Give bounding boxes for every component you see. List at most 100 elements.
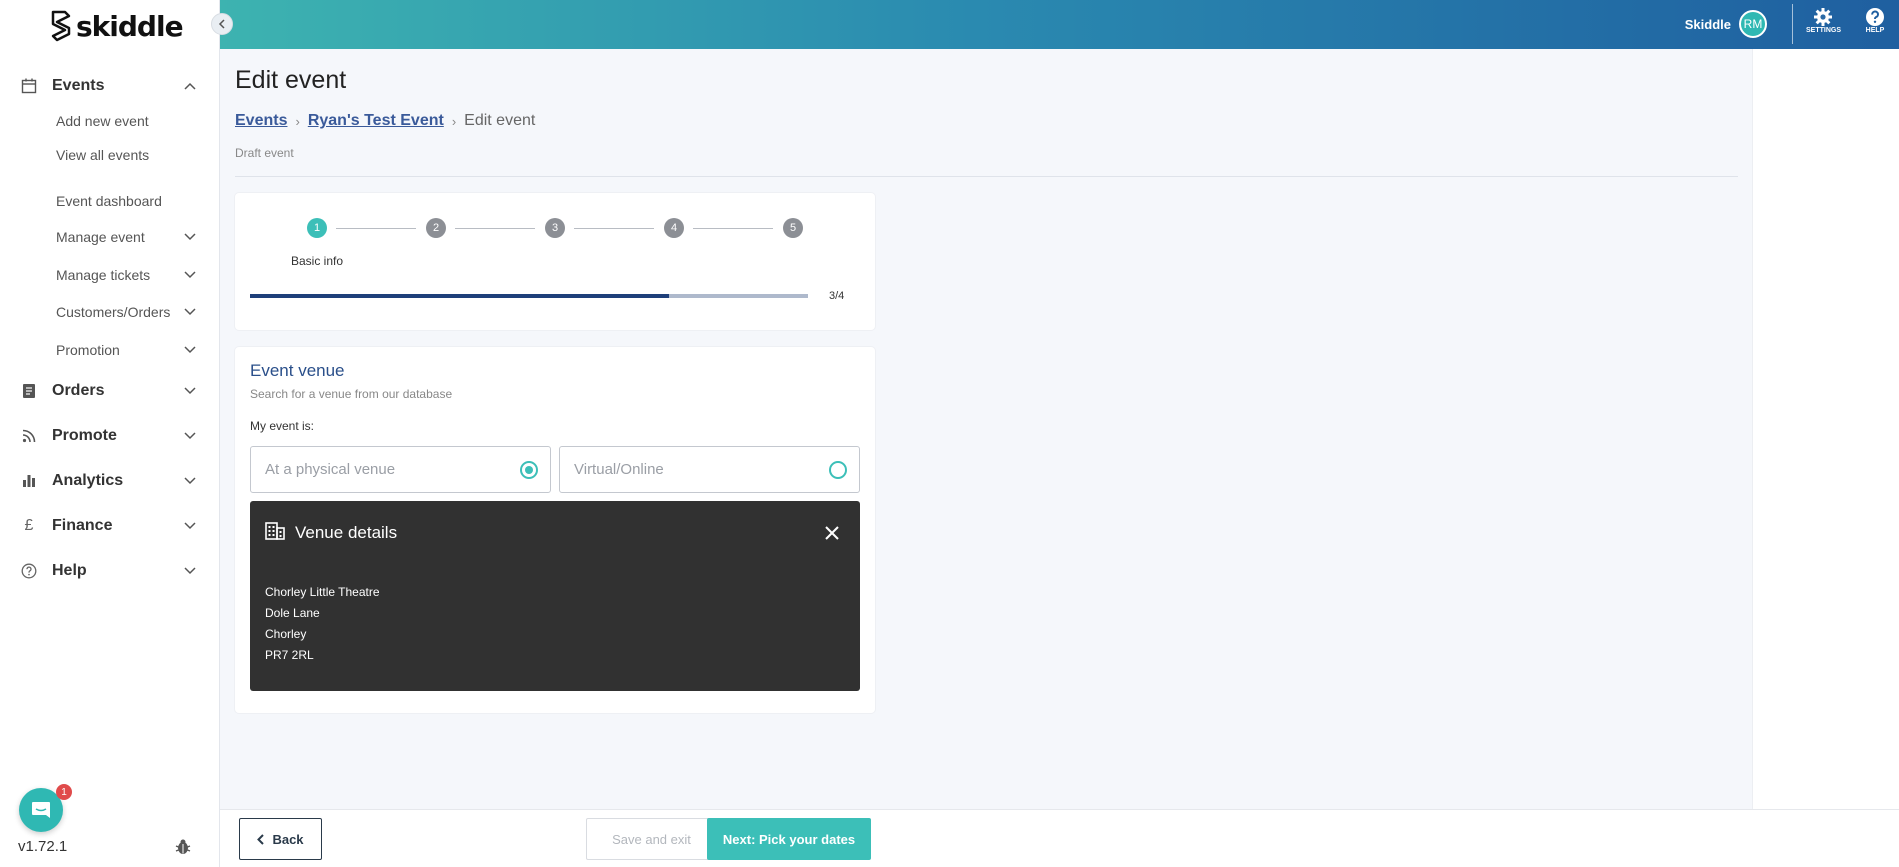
- step-connector: [693, 228, 773, 229]
- sidebar-item-label: Event dashboard: [56, 193, 162, 209]
- breadcrumb-events-link[interactable]: Events: [235, 112, 287, 130]
- physical-venue-option[interactable]: At a physical venue: [250, 446, 551, 493]
- chevron-down-icon: [183, 343, 197, 357]
- physical-venue-label: At a physical venue: [265, 461, 396, 478]
- rss-icon: [20, 427, 38, 445]
- sidebar-item-analytics[interactable]: Analytics: [0, 458, 219, 503]
- avatar: RM: [1739, 10, 1767, 38]
- venue-street: Dole Lane: [265, 606, 320, 620]
- event-type-label: My event is:: [250, 419, 315, 433]
- sidebar-item-help[interactable]: Help: [0, 548, 219, 593]
- venue-section-subtitle: Search for a venue from our database: [250, 387, 453, 401]
- top-bar: Skiddle RM SETTINGS HELP: [220, 0, 1899, 49]
- step-2[interactable]: 2: [426, 218, 446, 238]
- progress-bar: [250, 294, 808, 298]
- sidebar-item-manage-tickets[interactable]: Manage tickets: [0, 256, 219, 293]
- chevron-down-icon: [183, 429, 197, 443]
- venue-section-title: Event venue: [250, 361, 345, 380]
- help-icon: [1866, 8, 1884, 26]
- sidebar-item-add-new-event[interactable]: Add new event: [0, 104, 219, 138]
- back-button[interactable]: Back: [239, 818, 322, 860]
- breadcrumb-separator: ›: [451, 113, 457, 129]
- sidebar-item-orders[interactable]: Orders: [0, 368, 219, 413]
- step-5[interactable]: 5: [783, 218, 803, 238]
- sidebar-item-label: Help: [52, 561, 87, 579]
- venue-name: Chorley Little Theatre: [265, 585, 380, 599]
- sidebar-nav: Events Add new event View all events Eve…: [0, 68, 219, 593]
- virtual-online-label: Virtual/Online: [574, 461, 664, 478]
- next-pick-dates-button[interactable]: Next: Pick your dates: [707, 818, 871, 860]
- step-1[interactable]: 1: [307, 218, 327, 238]
- sidebar-item-promote[interactable]: Promote: [0, 413, 219, 458]
- sidebar-item-events[interactable]: Events: [0, 68, 219, 104]
- app-version: v1.72.1: [18, 838, 68, 855]
- chevron-down-icon: [183, 474, 197, 488]
- topbar-divider: [1792, 4, 1793, 44]
- chevron-down-icon: [183, 268, 197, 282]
- venue-details-panel: Venue details Chorley Little Theatre Dol…: [250, 501, 860, 691]
- active-step-label: Basic info: [291, 254, 344, 268]
- breadcrumb-event-link[interactable]: Ryan's Test Event: [308, 112, 444, 130]
- sidebar-item-label: Promote: [52, 426, 117, 444]
- sidebar-item-view-all-events[interactable]: View all events: [0, 138, 219, 172]
- bar-chart-icon: [20, 472, 38, 490]
- logo-text: skiddle: [76, 9, 184, 43]
- sidebar-item-label: Analytics: [52, 471, 124, 489]
- skiddle-logo[interactable]: skiddle: [50, 8, 184, 44]
- settings-label: SETTINGS: [1805, 27, 1841, 34]
- sidebar-item-label: Manage tickets: [56, 266, 151, 283]
- virtual-online-option[interactable]: Virtual/Online: [559, 446, 860, 493]
- chevron-down-icon: [183, 305, 197, 319]
- step-connector: [455, 228, 535, 229]
- page-title: Edit event: [235, 66, 347, 94]
- sidebar-item-label: Customers/Orders: [56, 304, 171, 320]
- sidebar-item-label: Promotion: [56, 341, 120, 358]
- user-menu[interactable]: Skiddle RM: [1685, 10, 1767, 38]
- calendar-icon: [20, 77, 38, 95]
- sidebar-item-customers-orders[interactable]: Customers/Orders: [0, 293, 219, 331]
- document-icon: [20, 382, 38, 400]
- divider: [235, 176, 1738, 177]
- chevron-left-icon: [218, 19, 225, 29]
- sidebar-item-finance[interactable]: £ Finance: [0, 503, 219, 548]
- right-panel: [1752, 49, 1899, 809]
- step-4[interactable]: 4: [664, 218, 684, 238]
- sidebar-item-label: Orders: [52, 381, 105, 399]
- pound-icon: £: [24, 516, 34, 534]
- sidebar-item-label: Manage event: [56, 229, 145, 245]
- sidebar-item-manage-event[interactable]: Manage event: [0, 218, 219, 256]
- save-and-exit-button[interactable]: Save and exit: [586, 818, 717, 860]
- bug-report-icon[interactable]: [174, 838, 192, 856]
- gear-icon: [1814, 8, 1833, 26]
- sidebar-item-promotion[interactable]: Promotion: [0, 331, 219, 368]
- virtual-online-radio[interactable]: [829, 461, 847, 479]
- sidebar-item-label: Finance: [52, 516, 113, 534]
- breadcrumb-separator: ›: [295, 113, 300, 129]
- user-name: Skiddle: [1684, 16, 1731, 32]
- settings-button[interactable]: SETTINGS: [1806, 7, 1841, 34]
- progress-text: 3/4: [829, 290, 845, 302]
- chevron-down-icon: [183, 230, 197, 244]
- sidebar-item-label: Events: [52, 77, 105, 94]
- chat-unread-badge: 1: [56, 784, 72, 800]
- sidebar-collapse-button[interactable]: [211, 13, 233, 35]
- chevron-down-icon: [183, 384, 197, 398]
- step-3[interactable]: 3: [545, 218, 565, 238]
- help-button[interactable]: HELP: [1865, 7, 1885, 34]
- building-icon: [265, 522, 285, 540]
- question-circle-icon: [20, 562, 38, 580]
- step-connector: [574, 228, 654, 229]
- chevron-down-icon: [183, 519, 197, 533]
- chevron-down-icon: [183, 564, 197, 578]
- progress-fill: [250, 294, 669, 298]
- venue-details-title: Venue details: [295, 523, 398, 542]
- venue-postcode: PR7 2RL: [265, 648, 314, 662]
- physical-venue-radio[interactable]: [520, 461, 538, 479]
- chevron-up-icon: [183, 79, 197, 93]
- close-icon[interactable]: [824, 525, 840, 541]
- skiddle-logo-icon: [51, 10, 71, 42]
- sidebar-item-event-dashboard[interactable]: Event dashboard: [0, 184, 219, 218]
- sidebar-item-label: Add new event: [56, 113, 149, 129]
- venue-address: Chorley Little Theatre Dole Lane Chorley…: [265, 582, 380, 666]
